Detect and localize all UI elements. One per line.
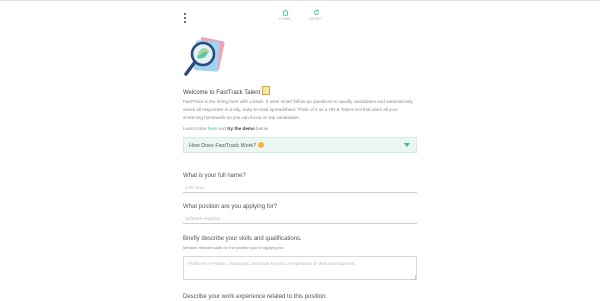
intro-description: FastTrack is the hiring form with a brai… [183, 99, 413, 120]
nav-reset-label: RESET [309, 17, 323, 21]
experience-question-label: Describe your work experience related to… [183, 294, 328, 300]
skills-question-label: Briefly describe your skills and qualifi… [183, 236, 302, 242]
reset-icon [313, 9, 319, 15]
nav-reset-button[interactable]: RESET [296, 9, 336, 21]
learn-more-link[interactable]: here [208, 126, 217, 131]
accordion-label: How Does FastTrack Work? [189, 143, 257, 149]
full-name-input[interactable] [183, 184, 417, 193]
chevron-down-icon [404, 143, 410, 147]
note-emoji-icon [262, 86, 271, 95]
how-it-works-accordion[interactable]: How Does FastTrack Work? [183, 137, 417, 153]
position-input[interactable] [183, 215, 417, 224]
top-divider [0, 0, 600, 1]
learn-more-line: Learn more here and try the demo below [183, 126, 269, 131]
try-demo-text: try the demo [227, 126, 255, 131]
skills-hint: Mention relevant skills for the position… [183, 245, 285, 250]
textarea-resize-handle[interactable] [411, 275, 416, 280]
home-icon [281, 9, 289, 16]
smile-emoji-icon [258, 142, 265, 148]
welcome-title: Welcome to FastTrack Talent [183, 86, 271, 96]
magnifying-glass-logo [184, 37, 225, 76]
position-question-label: What position are you applying for? [183, 204, 278, 210]
kebab-menu-icon[interactable] [184, 13, 187, 24]
skills-textarea[interactable] [183, 256, 417, 280]
name-question-label: What is your full name? [183, 173, 246, 179]
